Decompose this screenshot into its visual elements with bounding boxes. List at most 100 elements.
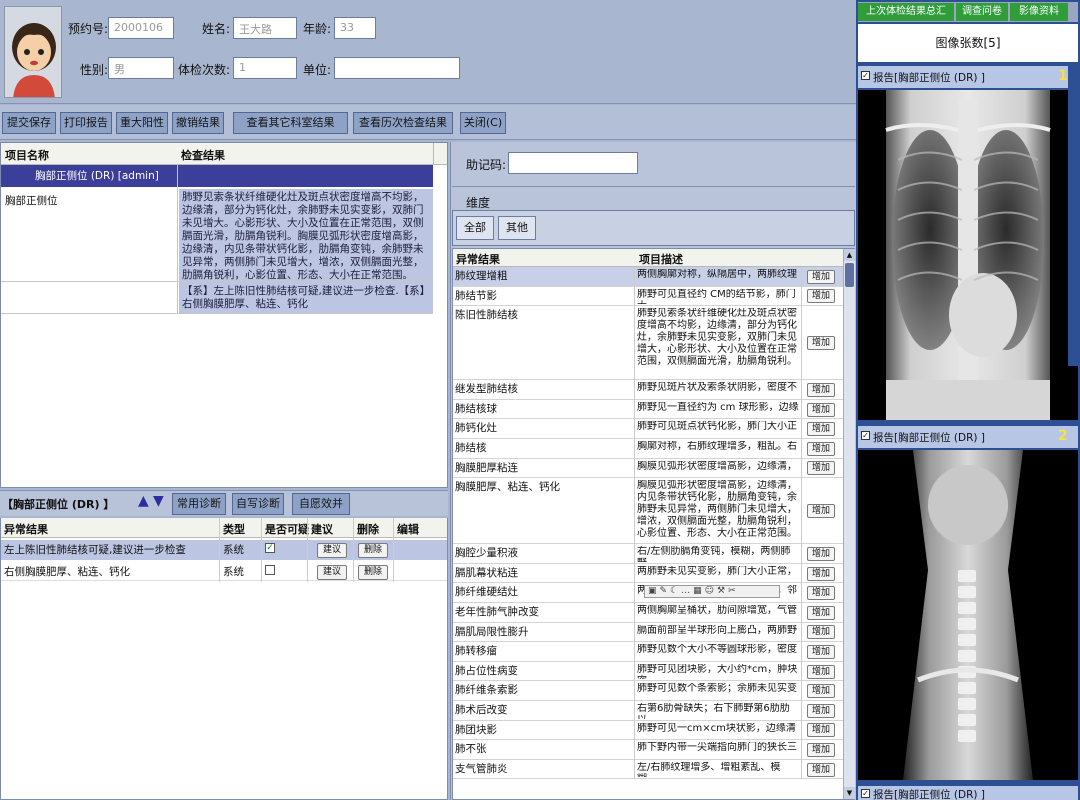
scroll-down-icon[interactable]: ▼ <box>844 787 855 799</box>
view-history-button[interactable]: 查看历次检查结果 <box>353 112 453 134</box>
abnormal-row[interactable]: 肺钙化灶 肺野可见斑点状钙化影，肺门大小正 增加 <box>453 419 843 439</box>
abnormal-row[interactable]: 胸腔少量积液 右/左侧肋膈角变钝，模糊，两侧肺野 增加 <box>453 544 843 564</box>
tab-all[interactable]: 全部 <box>456 216 494 240</box>
abnormal-row[interactable]: 膈肌幕状粘连 两肺野未见实变影，肺门大小正常， 增加 <box>453 563 843 584</box>
self-write-diagnosis-button[interactable]: 自写诊断 <box>232 493 284 515</box>
abnormal-name: 胸膜肥厚粘连 <box>455 461 518 474</box>
abnormal-row[interactable]: 肺不张 肺下野内带一尖端指向肺门的狭长三 增加 <box>453 740 843 760</box>
advice-button[interactable]: 建议 <box>317 565 347 580</box>
unit-field[interactable] <box>334 57 460 79</box>
add-button[interactable]: 增加 <box>807 289 835 304</box>
suspect-checkbox[interactable] <box>265 565 275 575</box>
add-button[interactable]: 增加 <box>807 441 835 456</box>
abnormal-row[interactable]: 胸膜肥厚、粘连、钙化 胸膜见弧形状密度增高影，边缘清，内见条带状钙化影，肋膈角变钝… <box>453 478 843 545</box>
abnormal-row[interactable]: 肺术后改变 右第6肋骨缺失；右下肺野第6肋肋以 增加 <box>453 701 843 721</box>
move-up-icon[interactable]: ▲ <box>138 493 149 509</box>
abnormal-row[interactable]: 肺团块影 肺野可见一cm×cm块状影，边缘清 增加 <box>453 720 843 741</box>
delete-button[interactable]: 删除 <box>358 543 388 558</box>
add-button[interactable]: 增加 <box>807 605 835 620</box>
add-button[interactable]: 增加 <box>807 422 835 437</box>
add-button[interactable]: 增加 <box>807 703 835 718</box>
scroll-thumb[interactable] <box>845 263 854 287</box>
report-header[interactable]: ✓ 报告[胸部正侧位 (DR) ] <box>858 786 1078 800</box>
booking-field[interactable]: 2000106 <box>108 17 174 39</box>
moon-icon[interactable]: ☾ <box>670 586 681 596</box>
tab-questionnaire[interactable]: 调查问卷 <box>956 3 1008 21</box>
brush-icon[interactable]: ✎ <box>660 586 671 596</box>
revoke-result-button[interactable]: 撤销结果 <box>172 112 224 134</box>
xray-image-chest[interactable] <box>858 90 1078 420</box>
add-button[interactable]: 增加 <box>807 336 835 351</box>
scroll-up-icon[interactable]: ▲ <box>844 249 855 261</box>
tab-last-results[interactable]: 上次体检结果总汇 <box>858 3 954 21</box>
dots-icon[interactable]: … <box>681 586 693 596</box>
abnormal-row[interactable]: 老年性肺气肿改变 两侧胸廓呈桶状，肋间隙增宽，气管 增加 <box>453 603 843 623</box>
add-button[interactable]: 增加 <box>807 504 835 519</box>
exam-count-field[interactable]: 1 <box>233 57 297 79</box>
dimension-label: 维度 <box>466 196 491 210</box>
group-row[interactable]: 胸部正侧位 (DR) [admin] <box>1 165 433 187</box>
report-checkbox[interactable]: ✓ <box>861 789 870 798</box>
abnormal-row[interactable]: 陈旧性肺结核 肺野见索条状纤维硬化灶及斑点状密度增高不均影，边缘清，部分为钙化灶，… <box>453 306 843 381</box>
report-checkbox[interactable]: ✓ <box>861 431 870 440</box>
delete-button[interactable]: 删除 <box>358 565 388 580</box>
abnormal-row[interactable]: 胸膜肥厚粘连 胸膜见弧形状密度增高影，边缘清， 增加 <box>453 458 843 479</box>
add-button[interactable]: 增加 <box>807 546 835 561</box>
add-button[interactable]: 增加 <box>807 402 835 417</box>
report-header[interactable]: ✓ 报告[胸部正侧位 (DR) ] 1 <box>858 66 1078 88</box>
add-button[interactable]: 增加 <box>807 625 835 640</box>
add-button[interactable]: 增加 <box>807 382 835 397</box>
wrench-icon[interactable]: ✂ <box>728 586 739 596</box>
add-button[interactable]: 增加 <box>807 742 835 757</box>
voluntary-merge-button[interactable]: 自愿效并 <box>292 493 350 515</box>
major-positive-button[interactable]: 重大阳性 <box>116 112 168 134</box>
mnemonic-input[interactable] <box>508 152 638 174</box>
report-checkbox[interactable]: ✓ <box>861 71 870 80</box>
gender-field[interactable]: 男 <box>108 57 174 79</box>
submit-save-button[interactable]: 提交保存 <box>2 112 56 134</box>
abnormal-row[interactable]: 支气管肺炎 左/右肺纹理增多、增粗紊乱、模糊， 增加 <box>453 759 843 780</box>
suspect-checkbox[interactable]: ✓ <box>265 543 275 553</box>
name-field[interactable]: 王大路 <box>233 17 297 39</box>
conclusion-text[interactable]: 【系】左上陈旧性肺结核可疑,建议进一步检查.【系】右侧胸膜肥厚、粘连、钙化 <box>179 283 433 313</box>
format-icon[interactable]: ▣ <box>648 586 660 596</box>
abnormal-row[interactable]: 肺占位性病变 肺野可见团块影，大小约*cm，肿块密增加 <box>453 661 843 682</box>
age-field[interactable]: 33 <box>334 17 376 39</box>
tool-icon[interactable]: ⚒ <box>717 586 728 596</box>
list-scrollbar[interactable]: ▲ ▼ <box>843 249 855 799</box>
add-button[interactable]: 增加 <box>807 586 835 601</box>
add-button[interactable]: 增加 <box>807 762 835 777</box>
abnormal-row[interactable]: 肺结核 胸廓对称，右肺纹理增多，粗乱。右 增加 <box>453 439 843 459</box>
add-button[interactable]: 增加 <box>807 664 835 679</box>
report-header[interactable]: ✓ 报告[胸部正侧位 (DR) ] 2 <box>858 426 1078 448</box>
add-button[interactable]: 增加 <box>807 723 835 738</box>
abnormal-row[interactable]: 肺结核球 肺野见一直径约为 cm 球形影，边缘 增加 <box>453 399 843 420</box>
abnormal-description: 肺野可见团块影，大小约*cm，肿块密 <box>637 663 798 680</box>
common-diagnosis-button[interactable]: 常用诊断 <box>172 493 226 515</box>
close-button[interactable]: 关闭(C) <box>460 112 506 134</box>
person-icon[interactable]: ☺ <box>705 586 717 596</box>
image-count: 图像张数[5] <box>858 24 1078 62</box>
right-scrollbar[interactable] <box>1068 66 1078 366</box>
col-item-name: 项目名称 <box>5 149 49 162</box>
move-down-icon[interactable]: ▼ <box>153 493 164 509</box>
abnormal-row[interactable]: 膈肌局限性膨升 膈面前部呈半球形向上膨凸，两肺野 增加 <box>453 622 843 643</box>
add-button[interactable]: 增加 <box>807 461 835 476</box>
grid-icon[interactable]: ▦ <box>693 586 705 596</box>
item-result[interactable]: 肺野见索条状纤维硬化灶及斑点状密度增高不均影，边缘清，部分为钙化灶，余肺野未见实… <box>179 189 433 283</box>
tab-imaging[interactable]: 影像资料 <box>1010 3 1068 21</box>
xray-image-lateral[interactable] <box>858 450 1078 780</box>
abnormal-row[interactable]: 继发型肺结核 肺野见斑片状及索条状阴影，密度不 增加 <box>453 380 843 400</box>
print-report-button[interactable]: 打印报告 <box>60 112 112 134</box>
advice-button[interactable]: 建议 <box>317 543 347 558</box>
tab-other[interactable]: 其他 <box>498 216 536 240</box>
abnormal-row[interactable]: 肺纹理增粗 两侧胸廓对称，纵隔居中，两肺纹理 增加 <box>453 267 843 287</box>
add-button[interactable]: 增加 <box>807 269 835 284</box>
add-button[interactable]: 增加 <box>807 684 835 699</box>
abnormal-row[interactable]: 肺纤维条索影 肺野可见数个条索影；余肺未见实变 增加 <box>453 681 843 701</box>
add-button[interactable]: 增加 <box>807 566 835 581</box>
abnormal-row[interactable]: 肺结节影 肺野可见直径约 CM的结节影，肺门大增加 <box>453 286 843 307</box>
add-button[interactable]: 增加 <box>807 644 835 659</box>
view-other-dept-button[interactable]: 查看其它科室结果 <box>233 112 348 134</box>
abnormal-row[interactable]: 肺转移瘤 肺野见数个大小不等圆球形影，密度 增加 <box>453 642 843 662</box>
